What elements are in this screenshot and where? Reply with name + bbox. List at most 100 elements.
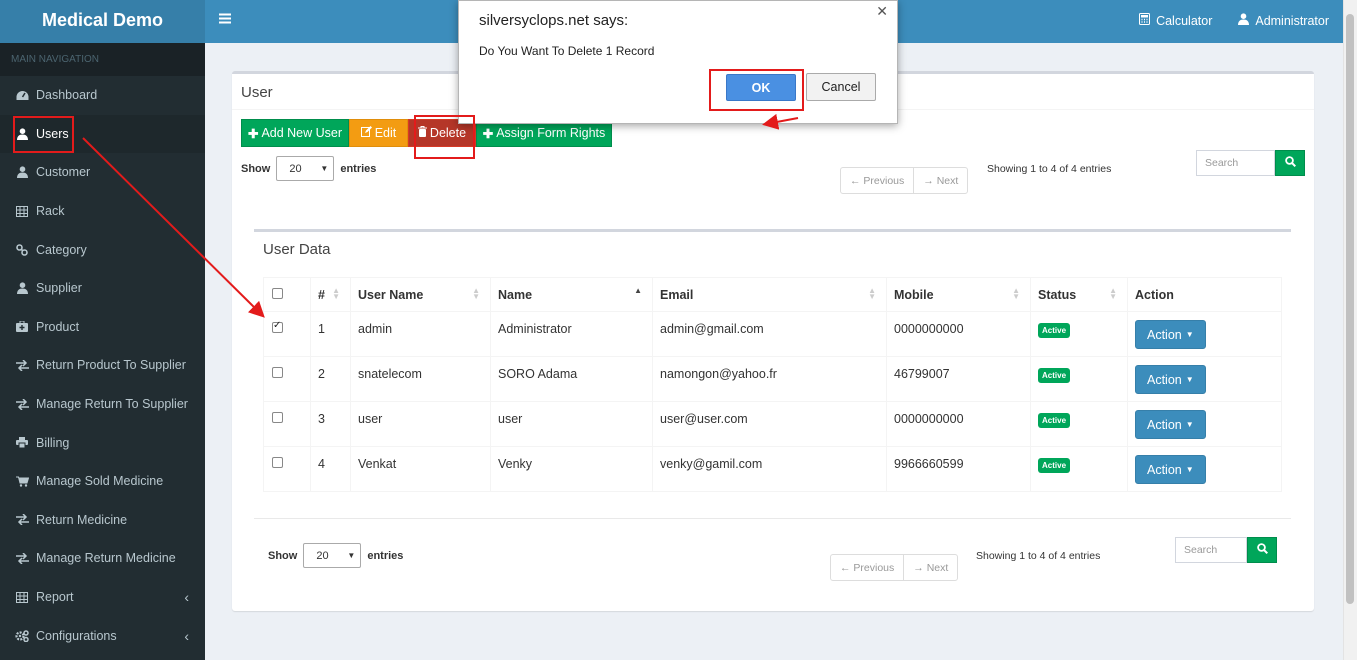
brand-logo[interactable]: Medical Demo (0, 0, 205, 43)
action-dropdown-button[interactable]: Action ▼ (1135, 320, 1206, 349)
sort-icon: ▲ ▼ (472, 286, 480, 301)
user-icon (14, 282, 30, 295)
previous-button[interactable]: ← Previous (831, 555, 903, 580)
table-row[interactable]: 2 snatelecom SORO Adama namongon@yahoo.f… (263, 356, 1282, 402)
menu-toggle-icon[interactable] (219, 11, 231, 29)
cell-email: namongon@yahoo.fr (652, 356, 887, 402)
cell-mobile: 46799007 (886, 356, 1031, 402)
row-checkbox[interactable] (272, 320, 283, 333)
row-checkbox[interactable] (272, 367, 283, 378)
search-input[interactable]: Search (1196, 150, 1275, 176)
column-header[interactable]: Name ▲ (490, 277, 653, 312)
cell-name: Venky (490, 446, 653, 492)
edit-button[interactable]: Edit (349, 119, 408, 147)
caret-down-icon: ▼ (1185, 375, 1194, 384)
column-header[interactable]: Email ▲ ▼ (652, 277, 887, 312)
sidebar-item-category[interactable]: Category (0, 230, 205, 269)
sidebar-item-report[interactable]: Report ‹ (0, 578, 205, 617)
search-button[interactable] (1247, 537, 1277, 563)
page-size-select[interactable]: 20 ▼ (303, 543, 362, 568)
ok-highlight-box (709, 69, 804, 111)
table-row[interactable]: 1 admin Administrator admin@gmail.com 00… (263, 311, 1282, 357)
row-checkbox[interactable] (272, 412, 283, 423)
next-button[interactable]: → Next (913, 168, 967, 193)
add-new-user-label: Add New User (261, 126, 343, 140)
sort-icon: ▲ ▼ (1109, 286, 1117, 301)
nav-header: MAIN NAVIGATION (0, 43, 205, 76)
previous-button[interactable]: ← Previous (841, 168, 913, 193)
table-row[interactable]: 4 Venkat Venky venky@gamil.com 996666059… (263, 446, 1282, 492)
user-data-panel: User Data # ▲ ▼ User Name ▲ ▼ Name ▲ Email ▲ ▼ … (254, 229, 1291, 519)
showing-info: Showing 1 to 4 of 4 entries (976, 550, 1101, 562)
column-header[interactable]: Status ▲ ▼ (1030, 277, 1128, 312)
next-button[interactable]: → Next (903, 555, 957, 580)
add-new-user-button[interactable]: ✚ Add New User (241, 119, 349, 147)
cancel-button[interactable]: Cancel (806, 73, 876, 101)
sidebar-item-manage-return-medicine[interactable]: Manage Return Medicine (0, 539, 205, 578)
status-badge: Active (1038, 413, 1071, 428)
row-checkbox[interactable] (272, 457, 283, 468)
caret-down-icon: ▼ (1185, 465, 1194, 474)
cell-username: Venkat (350, 446, 491, 492)
user-icon (14, 166, 30, 179)
search-button[interactable] (1275, 150, 1305, 176)
page-title: User (241, 84, 273, 101)
column-header[interactable]: Mobile ▲ ▼ (886, 277, 1031, 312)
user-menu[interactable]: Administrator (1238, 13, 1329, 28)
caret-down-icon: ▼ (1185, 330, 1194, 339)
cell-num: 1 (310, 311, 351, 357)
scrollbar-thumb[interactable] (1346, 14, 1354, 604)
delete-highlight-box (414, 115, 475, 159)
cell-username: snatelecom (350, 356, 491, 402)
sidebar-item-return-product-to-supplier[interactable]: Return Product To Supplier (0, 346, 205, 385)
status-badge: Active (1038, 458, 1071, 473)
sidebar-item-label: Report (36, 590, 74, 605)
page-scrollbar[interactable] (1343, 0, 1357, 660)
print-icon (14, 437, 30, 449)
caret-down-icon: ▼ (1185, 420, 1194, 429)
action-dropdown-button[interactable]: Action ▼ (1135, 455, 1206, 484)
cell-num: 2 (310, 356, 351, 402)
column-header[interactable]: User Name ▲ ▼ (350, 277, 491, 312)
sidebar-item-manage-return-to-supplier[interactable]: Manage Return To Supplier (0, 385, 205, 424)
sidebar-item-label: Supplier (36, 281, 82, 296)
search-group: Search (1175, 537, 1277, 563)
sidebar-item-return-medicine[interactable]: Return Medicine (0, 501, 205, 540)
sidebar: Medical Demo MAIN NAVIGATION Dashboard U… (0, 0, 205, 660)
action-dropdown-button[interactable]: Action ▼ (1135, 410, 1206, 439)
exchange-icon (14, 514, 30, 526)
sort-icon: ▲ ▼ (332, 286, 340, 301)
chevron-left-icon: ‹ (184, 627, 189, 644)
sidebar-item-label: Customer (36, 165, 91, 180)
search-input[interactable]: Search (1175, 537, 1247, 563)
page-size-control-bottom: Show 20 ▼ entries (268, 543, 403, 568)
sidebar-item-customer[interactable]: Customer (0, 153, 205, 192)
table-row[interactable]: 3 user user user@user.com 0000000000 Act… (263, 401, 1282, 447)
content-area: User ✚ Add New User Edit Delete ✚ Assign… (205, 43, 1357, 660)
page-size-select[interactable]: 20 ▼ (276, 156, 335, 181)
sidebar-item-label: Return Medicine (36, 512, 128, 527)
sort-icon: ▲ ▼ (1012, 286, 1020, 301)
select-all-checkbox[interactable] (272, 287, 283, 299)
users-table: # ▲ ▼ User Name ▲ ▼ Name ▲ Email ▲ ▼ Mobile ▲ ▼ S… (263, 277, 1282, 492)
close-icon[interactable]: ✕ (876, 3, 888, 20)
table-header-row: # ▲ ▼ User Name ▲ ▼ Name ▲ Email ▲ ▼ Mobile ▲ ▼ S… (263, 277, 1282, 312)
user-icon (1238, 13, 1250, 28)
sidebar-item-rack[interactable]: Rack (0, 192, 205, 231)
status-badge: Active (1038, 323, 1071, 338)
calculator-link[interactable]: Calculator (1139, 13, 1212, 28)
select-all-header[interactable] (263, 277, 311, 312)
user-name: Administrator (1255, 13, 1329, 28)
sidebar-item-billing[interactable]: Billing (0, 423, 205, 462)
exchange-icon (14, 359, 30, 371)
sidebar-item-product[interactable]: Product (0, 308, 205, 347)
panel-title: User Data (263, 241, 331, 258)
edit-label: Edit (374, 126, 397, 140)
sidebar-item-dashboard[interactable]: Dashboard (0, 76, 205, 115)
sidebar-item-manage-sold-medicine[interactable]: Manage Sold Medicine (0, 462, 205, 501)
sidebar-item-supplier[interactable]: Supplier (0, 269, 205, 308)
sidebar-item-configurations[interactable]: Configurations ‹ (0, 616, 205, 655)
show-label: Show (241, 162, 271, 175)
action-dropdown-button[interactable]: Action ▼ (1135, 365, 1206, 394)
column-header[interactable]: # ▲ ▼ (310, 277, 351, 312)
